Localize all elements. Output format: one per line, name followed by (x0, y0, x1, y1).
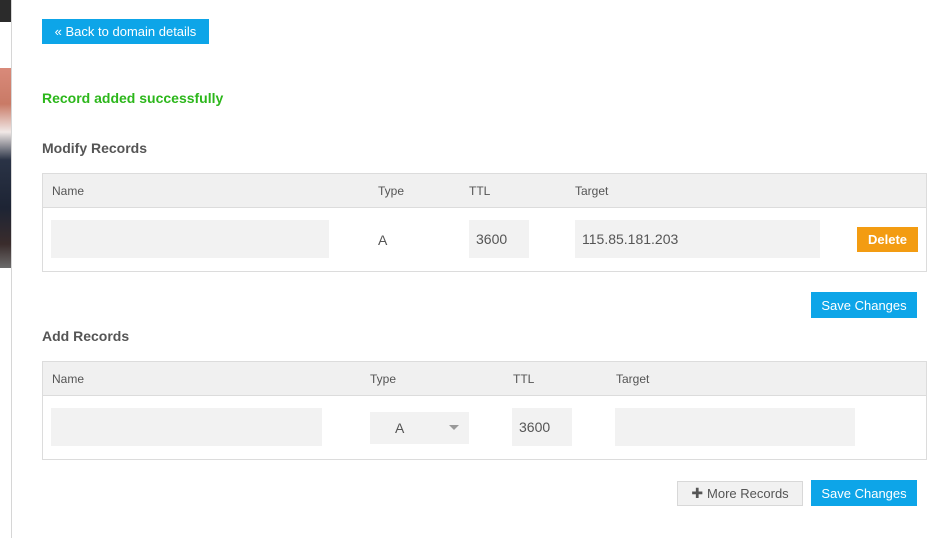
type-value: A (378, 232, 388, 248)
target-input[interactable] (615, 408, 855, 446)
type-select-value: A (395, 420, 405, 436)
modify-records-table: Name Type TTL Target A 3600 115.85.181.2… (42, 173, 927, 272)
column-name-header: Name (52, 372, 85, 386)
column-ttl-header: TTL (513, 372, 535, 386)
delete-button[interactable]: Delete (857, 227, 918, 252)
modify-records-title: Modify Records (42, 140, 148, 156)
column-ttl-header: TTL (469, 184, 491, 198)
chevron-down-icon (449, 425, 459, 430)
table-header: Name Type TTL Target (43, 174, 926, 208)
add-records-table: Name Type TTL Target A 3600 (42, 361, 927, 460)
plus-icon: ✚ (691, 485, 704, 501)
dark-band (0, 0, 11, 22)
column-target-header: Target (575, 184, 609, 198)
background-photo-strip (0, 0, 12, 538)
add-records-title: Add Records (42, 328, 130, 344)
ttl-input[interactable]: 3600 (469, 220, 529, 258)
table-row: A 3600 (43, 396, 926, 459)
column-type-header: Type (370, 372, 397, 386)
photo-edge (0, 68, 11, 268)
save-changes-add-button[interactable]: Save Changes (811, 480, 917, 506)
column-type-header: Type (378, 184, 405, 198)
table-header: Name Type TTL Target (43, 362, 926, 396)
table-row: A 3600 115.85.181.203 Delete (43, 208, 926, 271)
name-input[interactable] (51, 220, 329, 258)
back-to-domain-button[interactable]: « Back to domain details (42, 19, 209, 44)
save-changes-modify-button[interactable]: Save Changes (811, 292, 917, 318)
column-name-header: Name (52, 184, 85, 198)
name-input[interactable] (51, 408, 322, 446)
ttl-input[interactable]: 3600 (512, 408, 572, 446)
type-select[interactable]: A (370, 412, 469, 444)
more-records-label: More Records (707, 486, 789, 501)
target-input[interactable]: 115.85.181.203 (575, 220, 820, 258)
success-message: Record added successfully (42, 90, 224, 106)
column-target-header: Target (616, 372, 650, 386)
more-records-button[interactable]: ✚ More Records (677, 481, 803, 506)
